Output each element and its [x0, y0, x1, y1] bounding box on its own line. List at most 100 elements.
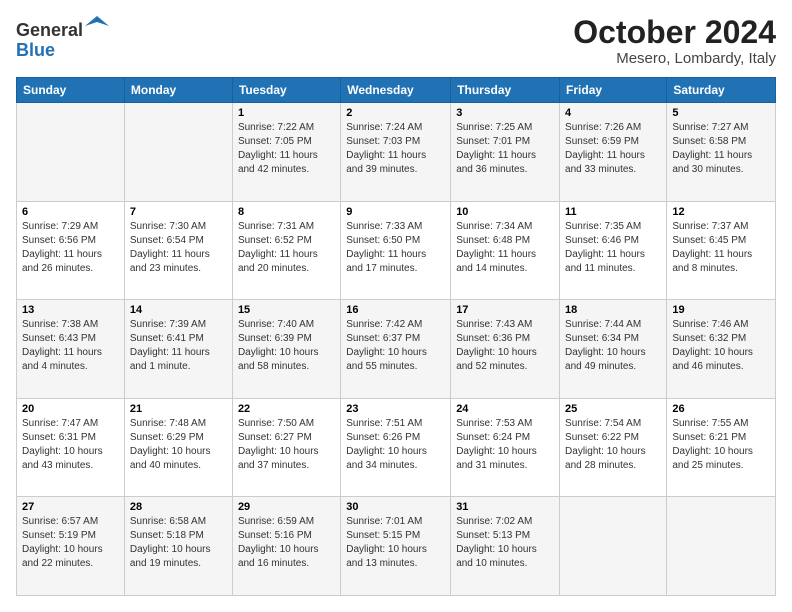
calendar-cell: 10 Sunrise: 7:34 AMSunset: 6:48 PMDayligh… — [451, 201, 560, 300]
day-info: Sunrise: 7:31 AMSunset: 6:52 PMDaylight:… — [238, 220, 335, 276]
day-info: Sunrise: 7:26 AMSunset: 6:59 PMDaylight:… — [565, 121, 661, 177]
weekday-header: Monday — [124, 78, 232, 103]
calendar-cell — [17, 103, 125, 202]
day-number: 21 — [130, 403, 227, 415]
day-info: Sunrise: 7:02 AMSunset: 5:13 PMDaylight:… — [456, 515, 554, 571]
day-info: Sunrise: 7:38 AMSunset: 6:43 PMDaylight:… — [22, 318, 119, 374]
day-number: 23 — [346, 403, 445, 415]
calendar-table: SundayMondayTuesdayWednesdayThursdayFrid… — [16, 77, 776, 596]
weekday-header: Tuesday — [232, 78, 340, 103]
day-number: 28 — [130, 501, 227, 513]
day-number: 26 — [672, 403, 770, 415]
day-info: Sunrise: 6:58 AMSunset: 5:18 PMDaylight:… — [130, 515, 227, 571]
day-number: 15 — [238, 304, 335, 316]
weekday-header: Wednesday — [341, 78, 451, 103]
day-number: 16 — [346, 304, 445, 316]
calendar-cell: 13 Sunrise: 7:38 AMSunset: 6:43 PMDayligh… — [17, 300, 125, 399]
calendar-header-row: SundayMondayTuesdayWednesdayThursdayFrid… — [17, 78, 776, 103]
calendar-cell: 30 Sunrise: 7:01 AMSunset: 5:15 PMDayligh… — [341, 497, 451, 596]
day-number: 1 — [238, 107, 335, 119]
calendar-cell — [124, 103, 232, 202]
calendar-cell: 26 Sunrise: 7:55 AMSunset: 6:21 PMDayligh… — [667, 398, 776, 497]
calendar-week-row: 27Sunrise: 6:57 AMSunset: 5:19 PMDayligh… — [17, 497, 776, 596]
weekday-header: Thursday — [451, 78, 560, 103]
day-number: 30 — [346, 501, 445, 513]
day-number: 5 — [672, 107, 770, 119]
day-info: Sunrise: 7:53 AMSunset: 6:24 PMDaylight:… — [456, 417, 554, 473]
calendar-cell: 5 Sunrise: 7:27 AMSunset: 6:58 PMDaylight… — [667, 103, 776, 202]
calendar-cell: 12Sunrise: 7:37 AMSunset: 6:45 PMDayligh… — [667, 201, 776, 300]
day-info: Sunrise: 7:22 AMSunset: 7:05 PMDaylight:… — [238, 121, 335, 177]
day-number: 7 — [130, 206, 227, 218]
day-info: Sunrise: 7:48 AMSunset: 6:29 PMDaylight:… — [130, 417, 227, 473]
day-number: 10 — [456, 206, 554, 218]
day-info: Sunrise: 7:29 AMSunset: 6:56 PMDaylight:… — [22, 220, 119, 276]
weekday-header: Saturday — [667, 78, 776, 103]
day-info: Sunrise: 7:37 AMSunset: 6:45 PMDaylight:… — [672, 220, 770, 276]
day-info: Sunrise: 7:39 AMSunset: 6:41 PMDaylight:… — [130, 318, 227, 374]
day-number: 18 — [565, 304, 661, 316]
day-number: 22 — [238, 403, 335, 415]
day-number: 19 — [672, 304, 770, 316]
day-info: Sunrise: 7:25 AMSunset: 7:01 PMDaylight:… — [456, 121, 554, 177]
calendar-week-row: 13 Sunrise: 7:38 AMSunset: 6:43 PMDayligh… — [17, 300, 776, 399]
day-info: Sunrise: 7:43 AMSunset: 6:36 PMDaylight:… — [456, 318, 554, 374]
location-title: Mesero, Lombardy, Italy — [573, 50, 776, 67]
calendar-cell: 20Sunrise: 7:47 AMSunset: 6:31 PMDayligh… — [17, 398, 125, 497]
day-number: 3 — [456, 107, 554, 119]
day-number: 14 — [130, 304, 227, 316]
logo-blue: Blue — [16, 40, 55, 60]
calendar-cell: 14 Sunrise: 7:39 AMSunset: 6:41 PMDayligh… — [124, 300, 232, 399]
calendar-cell: 7 Sunrise: 7:30 AMSunset: 6:54 PMDaylight… — [124, 201, 232, 300]
calendar-cell: 19Sunrise: 7:46 AMSunset: 6:32 PMDayligh… — [667, 300, 776, 399]
calendar-cell: 29Sunrise: 6:59 AMSunset: 5:16 PMDayligh… — [232, 497, 340, 596]
calendar-cell: 4 Sunrise: 7:26 AMSunset: 6:59 PMDaylight… — [560, 103, 667, 202]
day-number: 8 — [238, 206, 335, 218]
day-info: Sunrise: 7:30 AMSunset: 6:54 PMDaylight:… — [130, 220, 227, 276]
day-number: 24 — [456, 403, 554, 415]
calendar-cell — [560, 497, 667, 596]
day-number: 25 — [565, 403, 661, 415]
day-info: Sunrise: 7:33 AMSunset: 6:50 PMDaylight:… — [346, 220, 445, 276]
calendar-cell: 24 Sunrise: 7:53 AMSunset: 6:24 PMDayligh… — [451, 398, 560, 497]
calendar-cell: 6 Sunrise: 7:29 AMSunset: 6:56 PMDaylight… — [17, 201, 125, 300]
day-number: 6 — [22, 206, 119, 218]
calendar-week-row: 20Sunrise: 7:47 AMSunset: 6:31 PMDayligh… — [17, 398, 776, 497]
logo-general: General — [16, 20, 83, 40]
day-number: 9 — [346, 206, 445, 218]
calendar-cell: 2Sunrise: 7:24 AMSunset: 7:03 PMDaylight… — [341, 103, 451, 202]
calendar-week-row: 1 Sunrise: 7:22 AMSunset: 7:05 PMDaylight… — [17, 103, 776, 202]
page-header: General Blue October 2024 Mesero, Lombar… — [16, 16, 776, 67]
logo-bird-icon — [85, 16, 109, 36]
logo: General Blue — [16, 16, 109, 61]
calendar-cell: 16Sunrise: 7:42 AMSunset: 6:37 PMDayligh… — [341, 300, 451, 399]
day-info: Sunrise: 7:44 AMSunset: 6:34 PMDaylight:… — [565, 318, 661, 374]
day-info: Sunrise: 7:34 AMSunset: 6:48 PMDaylight:… — [456, 220, 554, 276]
day-info: Sunrise: 7:35 AMSunset: 6:46 PMDaylight:… — [565, 220, 661, 276]
weekday-header: Sunday — [17, 78, 125, 103]
day-number: 31 — [456, 501, 554, 513]
day-info: Sunrise: 7:55 AMSunset: 6:21 PMDaylight:… — [672, 417, 770, 473]
calendar-cell: 21 Sunrise: 7:48 AMSunset: 6:29 PMDayligh… — [124, 398, 232, 497]
title-block: October 2024 Mesero, Lombardy, Italy — [573, 16, 776, 67]
day-info: Sunrise: 7:51 AMSunset: 6:26 PMDaylight:… — [346, 417, 445, 473]
day-info: Sunrise: 7:54 AMSunset: 6:22 PMDaylight:… — [565, 417, 661, 473]
calendar-cell: 11Sunrise: 7:35 AMSunset: 6:46 PMDayligh… — [560, 201, 667, 300]
calendar-cell: 22Sunrise: 7:50 AMSunset: 6:27 PMDayligh… — [232, 398, 340, 497]
calendar-cell: 9 Sunrise: 7:33 AMSunset: 6:50 PMDaylight… — [341, 201, 451, 300]
calendar-cell: 23 Sunrise: 7:51 AMSunset: 6:26 PMDayligh… — [341, 398, 451, 497]
day-number: 2 — [346, 107, 445, 119]
day-number: 13 — [22, 304, 119, 316]
logo-text: General Blue — [16, 16, 109, 61]
day-info: Sunrise: 7:01 AMSunset: 5:15 PMDaylight:… — [346, 515, 445, 571]
day-info: Sunrise: 7:40 AMSunset: 6:39 PMDaylight:… — [238, 318, 335, 374]
day-number: 4 — [565, 107, 661, 119]
calendar-cell: 3 Sunrise: 7:25 AMSunset: 7:01 PMDaylight… — [451, 103, 560, 202]
day-info: Sunrise: 6:59 AMSunset: 5:16 PMDaylight:… — [238, 515, 335, 571]
calendar-cell — [667, 497, 776, 596]
calendar-cell: 25 Sunrise: 7:54 AMSunset: 6:22 PMDayligh… — [560, 398, 667, 497]
calendar-cell: 1 Sunrise: 7:22 AMSunset: 7:05 PMDaylight… — [232, 103, 340, 202]
calendar-cell: 28 Sunrise: 6:58 AMSunset: 5:18 PMDayligh… — [124, 497, 232, 596]
weekday-header: Friday — [560, 78, 667, 103]
day-info: Sunrise: 7:27 AMSunset: 6:58 PMDaylight:… — [672, 121, 770, 177]
